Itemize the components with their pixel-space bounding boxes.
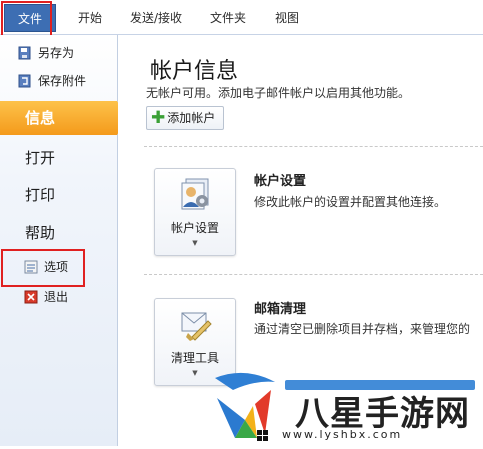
tab-folder[interactable]: 文件夹 bbox=[208, 9, 248, 27]
add-account-label: 添加帐户 bbox=[167, 111, 216, 125]
divider bbox=[144, 274, 483, 275]
nav-save-as-label: 另存为 bbox=[38, 46, 75, 60]
mailbox-cleanup-description: 通过清空已删除项目并存档，来管理您的 bbox=[254, 322, 471, 336]
cleanup-tools-icon bbox=[178, 307, 212, 344]
watermark-url: www.lyshbx.com bbox=[282, 428, 403, 441]
nav-exit-label: 退出 bbox=[44, 290, 69, 304]
mailbox-cleanup-title: 邮箱清理 bbox=[254, 302, 307, 317]
plus-icon: ✚ bbox=[151, 108, 166, 128]
tab-file[interactable]: 文件 bbox=[4, 4, 56, 32]
backstage-nav: 另存为 保存附件 信息 打开 打印 帮助 选项 退出 bbox=[0, 35, 127, 446]
nav-options-label: 选项 bbox=[44, 260, 69, 274]
account-settings-title: 帐户设置 bbox=[254, 174, 307, 189]
nav-save-attachments-label: 保存附件 bbox=[38, 74, 87, 88]
divider bbox=[144, 146, 483, 147]
exit-icon bbox=[24, 290, 38, 304]
nav-save-as[interactable]: 另存为 bbox=[18, 43, 74, 63]
nav-info[interactable]: 信息 bbox=[0, 101, 127, 135]
nav-options[interactable]: 选项 bbox=[24, 257, 68, 277]
chevron-down-icon: ▼ bbox=[192, 239, 198, 247]
nav-help[interactable]: 帮助 bbox=[0, 216, 117, 250]
account-settings-button-label: 帐户设置 bbox=[170, 221, 219, 235]
account-settings-icon bbox=[178, 177, 212, 214]
tab-home[interactable]: 开始 bbox=[76, 9, 104, 27]
account-settings-description: 修改此帐户的设置并配置其他连接。 bbox=[254, 195, 447, 209]
tab-view[interactable]: 视图 bbox=[273, 9, 301, 27]
cleanup-tools-button-label: 清理工具 bbox=[170, 351, 219, 365]
windows-logo-icon bbox=[257, 430, 269, 445]
nav-open[interactable]: 打开 bbox=[0, 141, 117, 175]
watermark-logo-icon bbox=[205, 368, 283, 449]
nav-exit[interactable]: 退出 bbox=[24, 287, 68, 307]
page-title: 帐户信息 bbox=[150, 59, 239, 84]
attachment-icon bbox=[18, 74, 32, 88]
nav-print[interactable]: 打印 bbox=[0, 178, 117, 212]
save-as-icon bbox=[18, 46, 32, 60]
tab-send-receive[interactable]: 发送/接收 bbox=[127, 9, 185, 27]
nav-save-attachments[interactable]: 保存附件 bbox=[18, 71, 86, 91]
account-settings-button[interactable]: 帐户设置 ▼ bbox=[154, 168, 236, 256]
options-icon bbox=[24, 260, 38, 274]
page-subtitle: 无帐户可用。添加电子邮件帐户以启用其他功能。 bbox=[146, 86, 411, 100]
ribbon-tab-bar: 文件 开始 发送/接收 文件夹 视图 bbox=[0, 0, 483, 35]
add-account-button[interactable]: ✚ 添加帐户 bbox=[146, 106, 225, 130]
